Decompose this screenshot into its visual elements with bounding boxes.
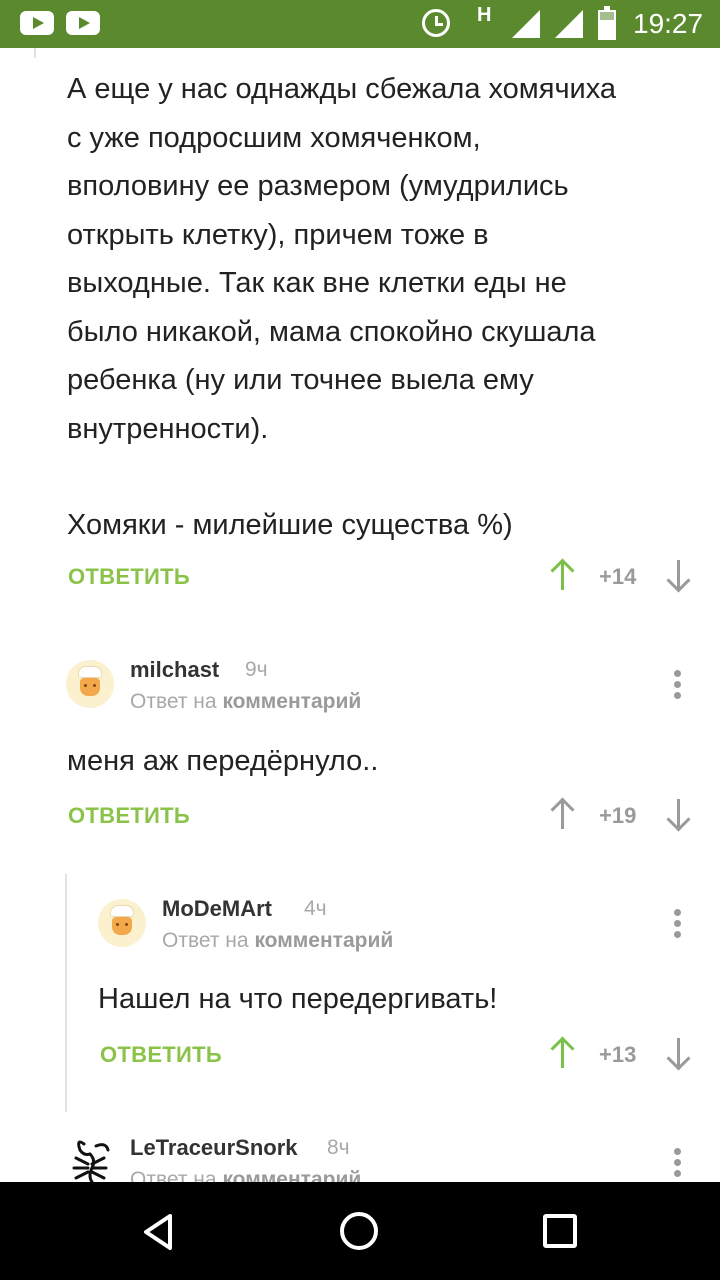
reply-to: Ответ на комментарий	[162, 929, 393, 953]
downvote-arrow-icon[interactable]	[664, 797, 694, 831]
comment-line: А еще у нас однажды сбежала хомячиха	[67, 73, 617, 105]
reply-to: Ответ на комментарий	[130, 1168, 361, 1182]
upvote-arrow-icon[interactable]	[548, 797, 578, 831]
more-options-icon[interactable]	[674, 909, 682, 939]
pikabu-face-icon	[112, 917, 132, 935]
reply-to-prefix: Ответ на	[130, 690, 217, 713]
avatar[interactable]	[98, 899, 146, 947]
upvote-arrow-icon[interactable]	[548, 1036, 578, 1070]
reply-to-link[interactable]: комментарий	[222, 690, 361, 713]
downvote-arrow-icon[interactable]	[664, 1036, 694, 1070]
thread-line	[34, 48, 36, 58]
reply-to: Ответ на комментарий	[130, 690, 361, 714]
comments-feed[interactable]: А еще у нас однажды сбежала хомячиха с у…	[0, 48, 720, 1182]
comment-line: выходные. Так как вне клетки еды не	[67, 267, 567, 299]
comment-text: А еще у нас однажды сбежала хомячиха с у…	[67, 65, 707, 550]
more-options-icon[interactable]	[674, 670, 682, 700]
alarm-icon	[422, 9, 450, 37]
comment-line: было никакой, мама спокойно скушала	[67, 315, 596, 348]
reply-to-link[interactable]: комментарий	[222, 1168, 361, 1182]
comment-line: с уже подросшим хомяченком,	[67, 121, 481, 154]
youtube-icon	[66, 11, 100, 35]
scorpion-avatar-icon[interactable]	[66, 1136, 114, 1182]
chef-hat-icon	[110, 905, 134, 917]
reply-to-prefix: Ответ на	[130, 1168, 217, 1182]
recents-icon[interactable]	[543, 1214, 577, 1248]
home-icon[interactable]	[340, 1212, 378, 1250]
comment-author[interactable]: milchast	[130, 657, 219, 683]
comment-line: внутренности).	[67, 412, 269, 445]
chef-hat-icon	[78, 666, 102, 678]
status-time: 19:27	[633, 8, 704, 39]
upvote-arrow-icon[interactable]	[548, 558, 578, 592]
comment-time: 4ч	[304, 897, 327, 920]
reply-button[interactable]: ОТВЕТИТЬ	[100, 1042, 222, 1068]
signal-icon	[555, 10, 583, 38]
comment-score: +14	[599, 564, 637, 589]
signal-icon	[512, 10, 540, 38]
pikabu-face-icon	[80, 678, 100, 696]
comment-line: вполовину ее размером (умудрились	[67, 170, 569, 202]
downvote-arrow-icon[interactable]	[664, 558, 694, 592]
network-type: H	[477, 4, 492, 26]
youtube-icon	[20, 11, 54, 35]
comment-author[interactable]: LeTraceurSnork	[130, 1135, 298, 1161]
reply-button[interactable]: ОТВЕТИТЬ	[68, 803, 190, 829]
back-icon[interactable]	[140, 1212, 180, 1252]
comment-score: +13	[599, 1042, 637, 1067]
avatar[interactable]	[66, 660, 114, 708]
reply-button[interactable]: ОТВЕТИТЬ	[68, 564, 190, 590]
comment-text: Нашел на что передергивать!	[98, 983, 498, 1015]
comment-time: 8ч	[327, 1136, 350, 1159]
comment-line: ребенка (ну или точнее выела ему	[67, 364, 534, 396]
navigation-bar	[0, 1182, 720, 1280]
comment-line: Хомяки - милейшие существа %)	[67, 509, 513, 541]
comment-score: +19	[599, 803, 637, 828]
reply-to-link[interactable]: комментарий	[254, 929, 393, 952]
more-options-icon[interactable]	[674, 1148, 682, 1178]
comment-line: открыть клетку), причем тоже в	[67, 218, 489, 251]
thread-line	[65, 874, 67, 1112]
battery-charging-icon	[598, 6, 616, 40]
status-bar: H 19:27	[0, 0, 720, 48]
comment-author[interactable]: MoDeMArt	[162, 896, 272, 922]
reply-to-prefix: Ответ на	[162, 929, 249, 952]
comment-time: 9ч	[245, 658, 268, 681]
comment-text: меня аж передёрнуло..	[67, 745, 379, 777]
